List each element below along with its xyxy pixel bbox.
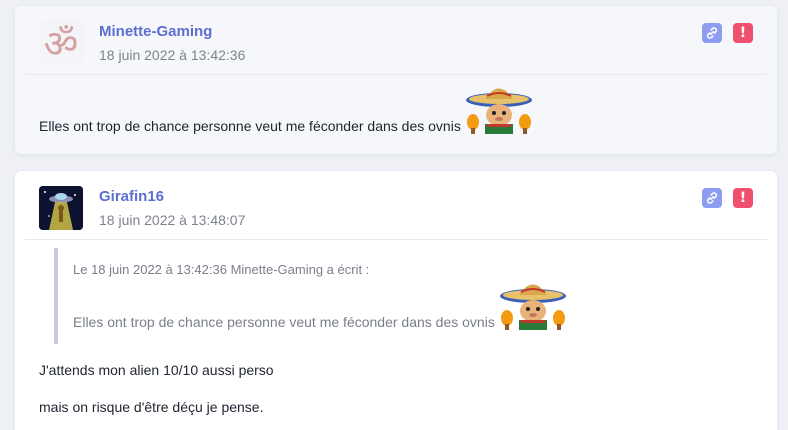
quote-header: Le 18 juin 2022 à 13:42:36 Minette-Gamin…: [73, 262, 370, 277]
link-icon: [705, 26, 719, 40]
post-actions: !: [702, 188, 753, 208]
quote-message: Elles ont trop de chance personne veut m…: [73, 278, 567, 330]
reply-paragraph: mais on risque d'être déçu je pense.: [39, 399, 264, 415]
mexican-cat-sticker: [499, 278, 567, 330]
post-divider: [25, 74, 767, 75]
alert-icon: !: [739, 25, 747, 41]
link-icon: [705, 191, 719, 205]
post-message: Elles ont trop de chance personne veut m…: [39, 82, 533, 134]
mexican-cat-sticker: [465, 82, 533, 134]
alert-icon: !: [739, 190, 747, 206]
ufo-abduction-icon[interactable]: [39, 186, 83, 230]
permalink-button[interactable]: [702, 23, 722, 43]
post-date[interactable]: 18 juin 2022 à 13:42:36: [99, 47, 245, 63]
reply-paragraph: J'attends mon alien 10/10 aussi perso: [39, 362, 274, 378]
post-author[interactable]: Girafin16: [99, 188, 164, 205]
post-actions: !: [702, 23, 753, 43]
forum-post: ॐ Minette-Gaming 18 juin 2022 à 13:42:36…: [15, 6, 777, 154]
post-divider: [25, 239, 767, 240]
report-button[interactable]: !: [733, 188, 753, 208]
svg-text:ॐ: ॐ: [44, 22, 79, 65]
post-date[interactable]: 18 juin 2022 à 13:48:07: [99, 212, 245, 228]
report-button[interactable]: !: [733, 23, 753, 43]
om-symbol-icon[interactable]: ॐ: [39, 21, 83, 65]
post-author[interactable]: Minette-Gaming: [99, 23, 212, 40]
quote-text: Elles ont trop de chance personne veut m…: [73, 314, 495, 330]
blockquote: Le 18 juin 2022 à 13:42:36 Minette-Gamin…: [54, 248, 614, 344]
message-text: Elles ont trop de chance personne veut m…: [39, 118, 461, 134]
forum-post: Girafin16 18 juin 2022 à 13:48:07 ! Le 1…: [15, 171, 777, 430]
permalink-button[interactable]: [702, 188, 722, 208]
